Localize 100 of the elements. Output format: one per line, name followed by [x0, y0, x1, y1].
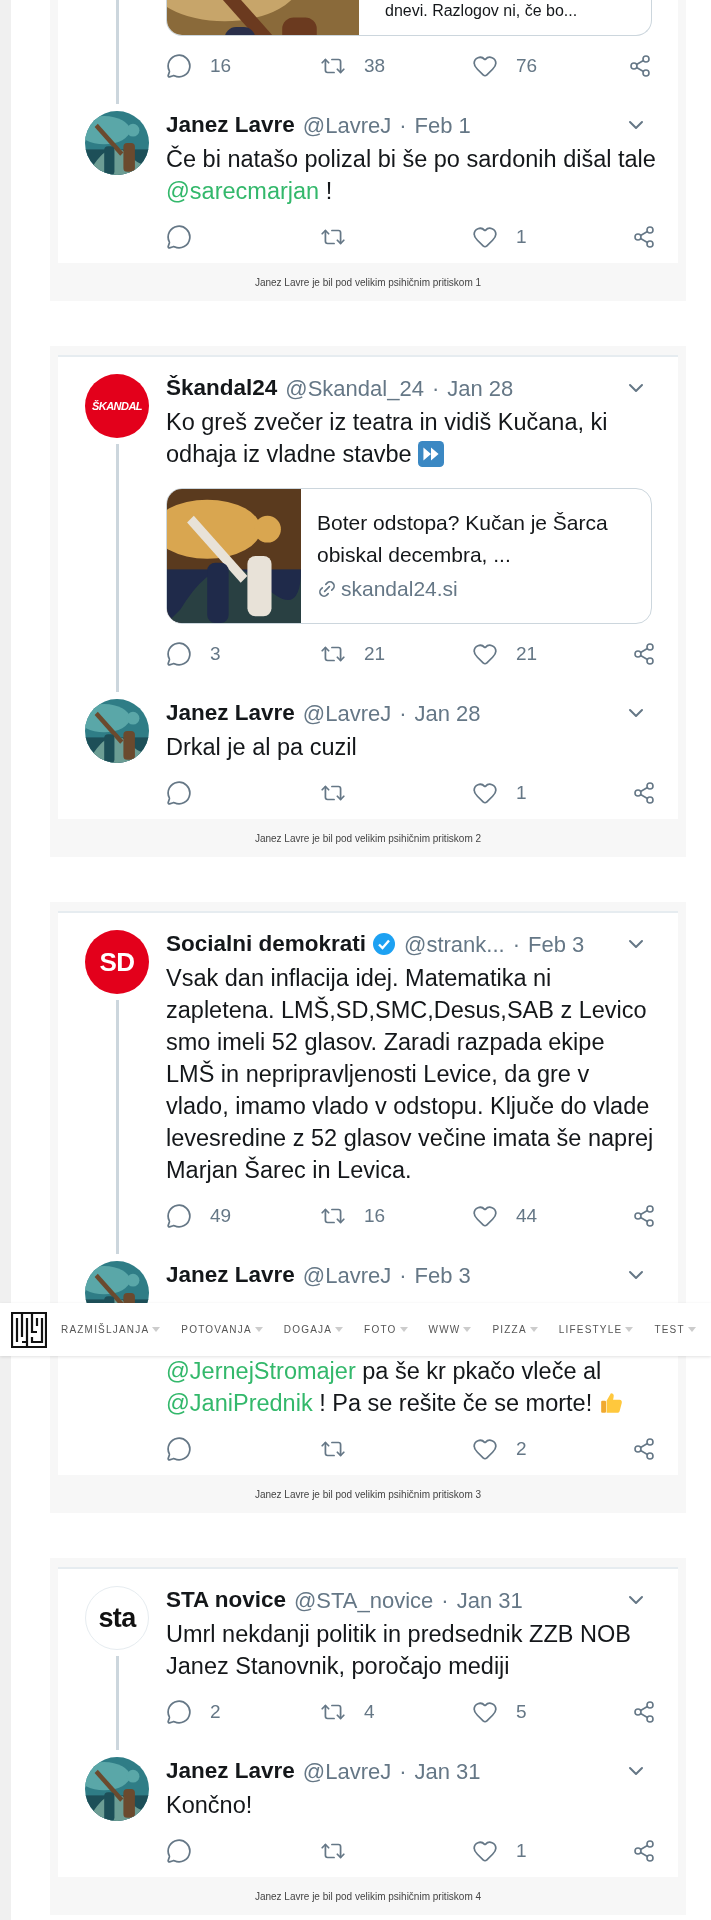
action-count: 2 — [516, 1436, 527, 1461]
tweet-text: Končno! — [166, 1791, 254, 1820]
thread-caption: Janez Lavre je bil pod velikim psihičnim pritiskom 2 — [254, 831, 482, 846]
author-handle: @LavreJ — [302, 699, 392, 728]
caret-icon — [529, 1327, 538, 1332]
tweet-date: Jan 31 — [456, 1586, 523, 1615]
action-count: 16 — [210, 53, 232, 78]
reply-icon[interactable] — [166, 641, 192, 667]
share-icon[interactable] — [628, 54, 652, 78]
reply-icon[interactable] — [166, 53, 192, 79]
author-name: Janez Lavre — [166, 1757, 295, 1786]
separator-dot: · — [399, 1261, 407, 1290]
heart-icon[interactable] — [472, 641, 498, 667]
action-count: 5 — [516, 1699, 527, 1724]
action-count: 4 — [364, 1699, 375, 1724]
author-name: STA novice — [166, 1586, 287, 1615]
author-handle: @LavreJ — [302, 1757, 392, 1786]
share-icon[interactable] — [632, 225, 656, 249]
share-icon[interactable] — [632, 642, 656, 666]
heart-icon[interactable] — [472, 1203, 498, 1229]
maze-logo-icon — [11, 1311, 47, 1348]
reply-icon[interactable] — [166, 224, 192, 250]
separator-dot: · — [441, 1586, 449, 1615]
caret-icon — [463, 1327, 472, 1332]
author-handle: @strank... — [404, 930, 505, 959]
thread-caption: Janez Lavre je bil pod velikim psihičnim pritiskom 4 — [254, 1889, 482, 1904]
separator-dot: · — [399, 1757, 407, 1786]
reply-icon[interactable] — [166, 1436, 192, 1462]
tweet-date: Jan 31 — [414, 1757, 481, 1786]
heart-icon[interactable] — [472, 224, 498, 250]
thread-caption: Janez Lavre je bil pod velikim psihičnim pritiskom 1 — [254, 275, 482, 290]
caret-icon — [687, 1327, 696, 1332]
nav-menu-item[interactable]: WWW — [428, 1322, 472, 1337]
author-name: Socialni demokrati — [166, 930, 367, 959]
action-count: 3 — [210, 641, 221, 666]
share-icon[interactable] — [632, 1700, 656, 1724]
action-count: 38 — [364, 53, 386, 78]
heart-icon[interactable] — [472, 780, 498, 806]
tweet-text: Ko greš zvečer iz teatra in vidiš Kučana, ki odhaja iz vladne stavbe — [166, 408, 609, 469]
action-count: 16 — [364, 1203, 386, 1228]
link-title: dnevi. Razlogov ni, če bo... — [384, 1, 579, 21]
author-name: Škandal24 — [166, 374, 278, 403]
tweet-text: Če bi natašo polizal bi še po sardonih dišal tale @sarecmarjan ! — [166, 144, 656, 206]
link-domain: skandal24.si — [341, 576, 458, 603]
nav-menu-item[interactable]: POTOVANJA — [181, 1322, 263, 1337]
heart-icon[interactable] — [472, 1436, 498, 1462]
avatar-logo: sta — [85, 1586, 149, 1650]
caret-icon — [335, 1327, 344, 1332]
tweet-text: Vsak dan inflacija idej. Matematika ni zapletena. LMŠ,SD,SMC,Desus,SAB z Levico smo imeli 52 glasov. Zaradi razpada ekipe LMŠ in nepripravljenosti Levice, da gre v vlado, imamo vlado v odstopu. Ključe do vlade levesredine z 52 glasov večine imata še naprej Marjan Šarec in Levica. — [166, 964, 655, 1185]
caret-icon — [254, 1327, 263, 1332]
tweet-text: Umrl nekdanji politik in predsednik ZZB NOB Janez Stanovnik, poročajo mediji — [166, 1620, 632, 1681]
reply-icon[interactable] — [166, 1838, 192, 1864]
nav-menu-item[interactable]: LIFESTYLE — [558, 1322, 634, 1337]
nav-menu-item[interactable]: TEST — [654, 1322, 696, 1337]
share-icon[interactable] — [632, 781, 656, 805]
heart-icon[interactable] — [472, 53, 498, 79]
nav-menu-item[interactable]: FOTO — [364, 1322, 408, 1337]
action-count: 2 — [210, 1699, 221, 1724]
link-preview-card[interactable]: dnevi. Razlogov ni, če bo... — [166, 0, 652, 36]
tweet-text: Drkal je al pa cuzil — [166, 733, 358, 762]
separator-dot: · — [512, 930, 520, 959]
tweet-date: Jan 28 — [447, 374, 514, 403]
author-name: Janez Lavre — [166, 699, 295, 728]
caret-icon — [152, 1327, 161, 1332]
share-icon[interactable] — [632, 1839, 656, 1863]
nav-menu-item[interactable]: RAZMIŠLJANJA — [61, 1322, 161, 1337]
nav-menu-item[interactable]: PIZZA — [492, 1322, 538, 1337]
author-name: Janez Lavre — [166, 1261, 295, 1290]
link-title: Boter odstopa? Kučan je Šarca obiskal decembra, ... — [317, 510, 609, 569]
thumbs-up-icon — [598, 1390, 625, 1416]
author-name: Janez Lavre — [166, 111, 295, 140]
tweet-date: Feb 1 — [414, 111, 471, 140]
action-count: 21 — [364, 641, 386, 666]
thread-caption: Janez Lavre je bil pod velikim psihičnim pritiskom 3 — [254, 1487, 482, 1502]
author-handle: @LavreJ — [302, 1261, 392, 1290]
author-handle: @Skandal_24 — [285, 374, 424, 403]
action-count: 1 — [516, 224, 527, 249]
action-count: 76 — [516, 53, 538, 78]
reply-icon[interactable] — [166, 780, 192, 806]
action-count: 44 — [516, 1203, 538, 1228]
tweet-date: Jan 28 — [414, 699, 481, 728]
verified-badge-icon — [372, 932, 397, 956]
reply-icon[interactable] — [166, 1699, 192, 1725]
fast-forward-icon — [418, 441, 445, 467]
separator-dot: · — [431, 374, 440, 403]
avatar-logo: ŠKANDAL — [85, 374, 149, 438]
action-count: 1 — [516, 780, 527, 805]
action-count: 49 — [210, 1203, 232, 1228]
caret-icon — [399, 1327, 408, 1332]
tweet-date: Feb 3 — [528, 930, 585, 959]
separator-dot: · — [399, 699, 407, 728]
heart-icon[interactable] — [472, 1838, 498, 1864]
nav-menu-item[interactable]: DOGAJA — [283, 1322, 344, 1337]
link-preview-card[interactable]: Boter odstopa? Kučan je Šarca obiskal decembra, ... skandal24.si — [166, 488, 652, 624]
share-icon[interactable] — [632, 1204, 656, 1228]
share-icon[interactable] — [632, 1437, 656, 1461]
avatar-logo: SD — [85, 930, 149, 994]
heart-icon[interactable] — [472, 1699, 498, 1725]
tweet-text: @JernejStromajer pa še kr pkačo vleče al @JaniPrednik ! Pa se rešite če se morte! — [166, 1355, 656, 1419]
reply-icon[interactable] — [166, 1203, 192, 1229]
